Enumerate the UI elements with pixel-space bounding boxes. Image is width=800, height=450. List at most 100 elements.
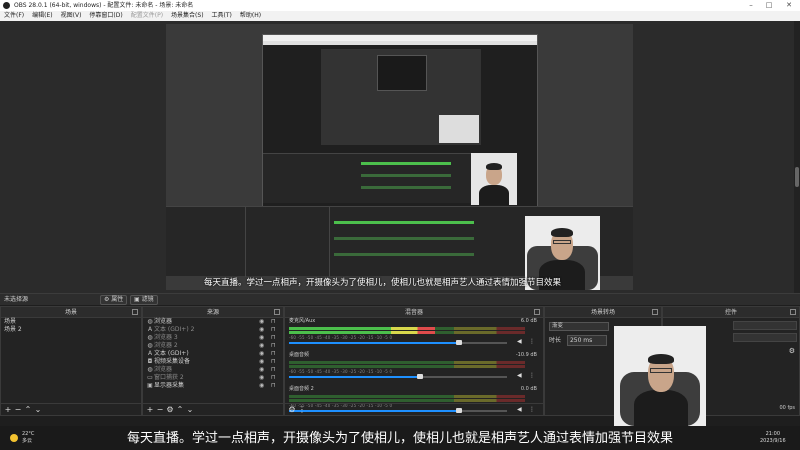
source-item[interactable]: A 文本 (GDI+) 2 ◉ ⊓ — [143, 326, 283, 334]
visibility-eye-icon[interactable]: ◉ — [259, 374, 264, 382]
add-icon[interactable]: + — [3, 404, 13, 415]
visibility-eye-icon[interactable]: ◉ — [259, 350, 264, 358]
controls-dock-title: 控件 — [663, 307, 799, 318]
more-icon[interactable]: ⋮ — [297, 404, 307, 415]
lock-icon[interactable]: ⊓ — [271, 326, 276, 334]
remove-icon[interactable]: − — [13, 404, 23, 415]
menu-item[interactable]: 场景集合(S) — [167, 11, 208, 21]
scene-item[interactable]: 场景 2 — [1, 326, 141, 334]
source-item[interactable]: ◍浏览器 ◉ ⊓ — [143, 366, 283, 374]
source-item[interactable]: ▭窗口捕获 2 ◉ ⊓ — [143, 374, 283, 382]
menu-item[interactable]: 停靠窗口(D) — [85, 11, 126, 21]
properties-button[interactable]: ⚙ 属性 — [100, 295, 128, 305]
volume-slider[interactable] — [289, 374, 507, 379]
start-streaming-button[interactable] — [733, 321, 797, 330]
canvas-meter-2 — [334, 237, 474, 240]
globe-icon: ◍ — [147, 366, 153, 373]
undock-icon[interactable] — [652, 309, 658, 315]
menu-item[interactable]: 配置文件(P) — [127, 11, 167, 21]
lock-icon[interactable]: ⊓ — [271, 318, 276, 326]
scene-item[interactable]: 场景 — [1, 318, 141, 326]
canvas-subtitle: 每天直播。学过一点相声，开摄像头为了使相儿，使相儿也就是相声艺人通过表情加强节目… — [204, 278, 562, 288]
lock-icon[interactable]: ⊓ — [271, 366, 276, 374]
source-label: 浏览器 2 — [154, 342, 178, 349]
menu-item[interactable]: 帮助(H) — [236, 11, 265, 21]
maximize-icon[interactable]: □ — [762, 0, 776, 11]
source-item[interactable]: ◍浏览器 3 ◉ ⊓ — [143, 334, 283, 342]
window-icon: ▭ — [147, 374, 153, 381]
gear-icon[interactable]: ⚙ — [287, 404, 297, 415]
channel-name: 桌面音频 2 — [289, 386, 314, 392]
source-label: 浏览器 3 — [154, 334, 178, 341]
visibility-eye-icon[interactable]: ◉ — [259, 326, 264, 334]
channel-name: 桌面音频 — [289, 352, 310, 358]
filters-button[interactable]: ▣ 滤镜 — [130, 295, 158, 305]
volume-slider-handle[interactable] — [456, 340, 462, 345]
source-item[interactable]: A 文本 (GDI+) ◉ ⊓ — [143, 350, 283, 358]
source-label: 浏览器 — [154, 318, 173, 325]
lock-icon[interactable]: ⊓ — [271, 334, 276, 342]
volume-slider-fill — [289, 376, 420, 378]
menu-item[interactable]: 编辑(E) — [28, 11, 56, 21]
remove-icon[interactable]: − — [155, 404, 165, 415]
video-caption: 每天直播。学过一点相声，开摄像头为了使相儿，使相儿也就是相声艺人通过表情加强节目… — [126, 431, 673, 446]
source-item[interactable]: ◘ 视频采集设备 ◉ ⊓ — [143, 358, 283, 366]
canvas-scenes-dock — [166, 207, 246, 277]
lock-icon[interactable]: ⊓ — [271, 350, 276, 358]
channel-menu-icon[interactable]: ⋮ — [529, 338, 535, 345]
move-down-icon[interactable]: ⌄ — [185, 404, 195, 415]
move-up-icon[interactable]: ⌃ — [175, 404, 185, 415]
duration-input[interactable]: 250 ms — [566, 335, 607, 346]
visibility-eye-icon[interactable]: ◉ — [259, 382, 264, 390]
menu-item[interactable]: 工具(T) — [208, 11, 236, 21]
visibility-eye-icon[interactable]: ◉ — [259, 318, 264, 326]
level-meter-fill — [289, 327, 435, 330]
visibility-eye-icon[interactable]: ◉ — [259, 342, 264, 350]
transition-select[interactable]: 渐变 — [549, 322, 609, 331]
visibility-eye-icon[interactable]: ◉ — [259, 358, 264, 366]
level-meter-fill — [289, 331, 435, 334]
volume-slider-handle[interactable] — [417, 374, 423, 379]
level-meter — [289, 399, 525, 402]
channel-menu-icon[interactable]: ⋮ — [529, 372, 535, 379]
speaker-icon[interactable]: ◀ — [517, 338, 522, 345]
fps-readout: 00 fps — [779, 405, 796, 411]
undock-icon[interactable] — [790, 309, 796, 315]
visibility-eye-icon[interactable]: ◉ — [259, 334, 264, 342]
globe-icon: ◍ — [147, 334, 153, 341]
minimize-icon[interactable]: – — [744, 0, 758, 11]
globe-icon: ◍ — [147, 342, 153, 349]
channel-db: 6.0 dB — [520, 318, 537, 324]
preview-scroll-thumb[interactable] — [795, 167, 799, 187]
canvas-meter-3 — [334, 253, 474, 256]
window-title-bar: OBS 28.0.1 (64-bit, windows) - 配置文件: 未命名… — [0, 0, 800, 11]
undock-icon[interactable] — [132, 309, 138, 315]
source-item[interactable]: ◍浏览器 2 ◉ ⊓ — [143, 342, 283, 350]
move-up-icon[interactable]: ⌃ — [23, 404, 33, 415]
transitions-dock-title: 场景转场 — [545, 307, 661, 318]
menu-item[interactable]: 文件(F) — [0, 11, 28, 21]
duration-row: 时长 250 ms — [549, 335, 607, 346]
settings-icon[interactable]: ⚙ — [165, 404, 175, 415]
source-label: 窗口捕获 2 — [154, 374, 184, 381]
source-item[interactable]: ◍浏览器 ◉ ⊓ — [143, 318, 283, 326]
add-icon[interactable]: + — [145, 404, 155, 415]
move-down-icon[interactable]: ⌄ — [33, 404, 43, 415]
volume-slider[interactable] — [289, 340, 507, 345]
lock-icon[interactable]: ⊓ — [271, 342, 276, 350]
sources-dock-title: 来源 — [143, 307, 283, 318]
preview-scrollbar[interactable] — [794, 21, 800, 293]
lock-icon[interactable]: ⊓ — [271, 358, 276, 366]
visibility-eye-icon[interactable]: ◉ — [259, 366, 264, 374]
undock-icon[interactable] — [534, 309, 540, 315]
close-icon[interactable]: ✕ — [782, 0, 796, 11]
menu-item[interactable]: 视图(V) — [57, 11, 86, 21]
settings-gear-icon[interactable]: ⚙ — [789, 347, 795, 355]
speaker-icon[interactable]: ◀ — [517, 372, 522, 379]
undock-icon[interactable] — [274, 309, 280, 315]
lock-icon[interactable]: ⊓ — [271, 382, 276, 390]
obs-logo-icon — [3, 2, 10, 9]
lock-icon[interactable]: ⊓ — [271, 374, 276, 382]
start-recording-button[interactable] — [733, 333, 797, 342]
source-item[interactable]: ▣显示器采集 ◉ ⊓ — [143, 382, 283, 390]
